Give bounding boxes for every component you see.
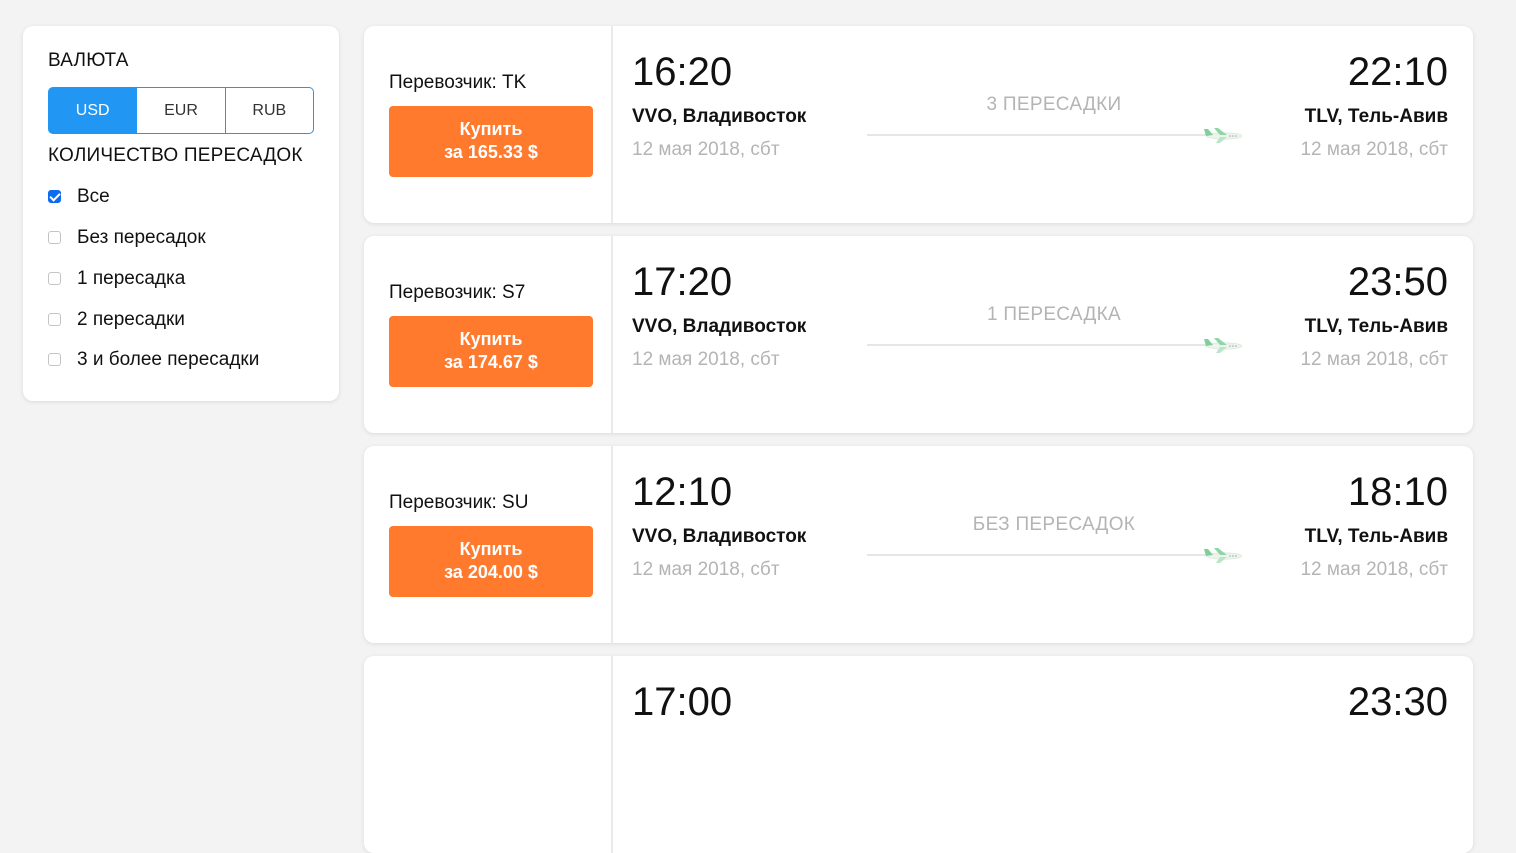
stop-filter-2[interactable]: 2 пересадки bbox=[48, 308, 185, 332]
filters-panel: ВАЛЮТА USD EUR RUB КОЛИЧЕСТВО ПЕРЕСАДОК … bbox=[23, 26, 339, 401]
arrival-date: 12 мая 2018, сбт bbox=[1300, 349, 1448, 370]
airplane-icon bbox=[1204, 548, 1243, 563]
checkbox[interactable] bbox=[48, 230, 61, 244]
arrival-date: 12 мая 2018, сбт bbox=[1300, 559, 1448, 580]
route-line bbox=[867, 344, 1212, 346]
departure-time: 17:20 bbox=[632, 260, 733, 304]
departure-city: VVO, Владивосток bbox=[632, 526, 807, 547]
stop-filter-label: 1 пересадка bbox=[77, 268, 186, 289]
buy-price: за 174.67 $ bbox=[444, 352, 538, 372]
departure-date: 12 мая 2018, сбт bbox=[632, 139, 780, 160]
arrival-time: 22:10 bbox=[1347, 50, 1448, 94]
arrival-city: TLV, Тель-Авив bbox=[1304, 106, 1448, 127]
buy-price: за 204.00 $ bbox=[444, 562, 538, 582]
ticket-card: 17:00 23:30 bbox=[364, 656, 1473, 853]
ticket-purchase-section: Перевозчик: S7 Купить за 174.67 $ bbox=[364, 236, 613, 433]
route-line bbox=[867, 134, 1212, 136]
buy-button[interactable]: Купить за 174.67 $ bbox=[389, 316, 593, 387]
carrier-label: Перевозчик: SU bbox=[389, 492, 529, 513]
buy-button[interactable]: Купить за 204.00 $ bbox=[389, 526, 593, 597]
departure-city: VVO, Владивосток bbox=[632, 106, 807, 127]
ticket-card: Перевозчик: SU Купить за 204.00 $ 12:10 … bbox=[364, 446, 1473, 643]
arrival-time: 18:10 bbox=[1347, 470, 1448, 514]
ticket-card: Перевозчик: TK Купить за 165.33 $ 16:20 … bbox=[364, 26, 1473, 223]
checkbox[interactable] bbox=[48, 271, 61, 285]
departure-time: 12:10 bbox=[632, 470, 733, 514]
checkbox[interactable] bbox=[48, 312, 61, 326]
stops-count: 1 ПЕРЕСАДКА bbox=[986, 304, 1122, 325]
currency-switcher: USD EUR RUB bbox=[48, 87, 314, 134]
ticket-card: Перевозчик: S7 Купить за 174.67 $ 17:20 … bbox=[364, 236, 1473, 433]
stops-title: КОЛИЧЕСТВО ПЕРЕСАДОК bbox=[48, 145, 303, 166]
buy-label: Купить bbox=[459, 539, 523, 559]
currency-title: ВАЛЮТА bbox=[48, 50, 129, 71]
ticket-purchase-section bbox=[364, 656, 613, 853]
stop-filter-label: 2 пересадки bbox=[77, 309, 185, 330]
buy-button[interactable]: Купить за 165.33 $ bbox=[389, 106, 593, 177]
carrier-label: Перевозчик: TK bbox=[389, 72, 527, 93]
buy-label: Купить bbox=[459, 329, 523, 349]
stop-filter-3plus[interactable]: 3 и более пересадки bbox=[48, 348, 259, 372]
stop-filter-label: Без пересадок bbox=[77, 227, 206, 248]
departure-city: VVO, Владивосток bbox=[632, 316, 807, 337]
buy-label: Купить bbox=[459, 119, 523, 139]
stops-count: 3 ПЕРЕСАДКИ bbox=[986, 94, 1122, 115]
arrival-time: 23:50 bbox=[1347, 260, 1448, 304]
arrival-city: TLV, Тель-Авив bbox=[1304, 316, 1448, 337]
arrival-date: 12 мая 2018, сбт bbox=[1300, 139, 1448, 160]
stop-filter-none[interactable]: Без пересадок bbox=[48, 226, 206, 250]
ticket-purchase-section: Перевозчик: SU Купить за 204.00 $ bbox=[364, 446, 613, 643]
stop-filter-label: Все bbox=[77, 186, 110, 207]
carrier-label: Перевозчик: S7 bbox=[389, 282, 526, 303]
stop-filter-1[interactable]: 1 пересадка bbox=[48, 267, 185, 291]
departure-date: 12 мая 2018, сбт bbox=[632, 349, 780, 370]
arrival-time: 23:30 bbox=[1347, 680, 1448, 724]
route-line bbox=[867, 554, 1212, 556]
departure-date: 12 мая 2018, сбт bbox=[632, 559, 780, 580]
departure-time: 16:20 bbox=[632, 50, 733, 94]
stop-filter-all[interactable]: Все bbox=[48, 185, 110, 209]
airplane-icon bbox=[1204, 128, 1243, 143]
stop-filter-label: 3 и более пересадки bbox=[77, 349, 260, 370]
stops-count: БЕЗ ПЕРЕСАДОК bbox=[972, 514, 1136, 535]
departure-time: 17:00 bbox=[632, 680, 733, 724]
airplane-icon bbox=[1204, 338, 1243, 353]
arrival-city: TLV, Тель-Авив bbox=[1304, 526, 1448, 547]
ticket-purchase-section: Перевозчик: TK Купить за 165.33 $ bbox=[364, 26, 613, 223]
currency-usd-button[interactable]: USD bbox=[48, 87, 138, 134]
currency-rub-button[interactable]: RUB bbox=[224, 87, 314, 134]
checkbox[interactable] bbox=[48, 352, 61, 366]
buy-price: за 165.33 $ bbox=[444, 142, 538, 162]
checkbox[interactable] bbox=[48, 189, 61, 203]
currency-eur-button[interactable]: EUR bbox=[136, 87, 226, 134]
